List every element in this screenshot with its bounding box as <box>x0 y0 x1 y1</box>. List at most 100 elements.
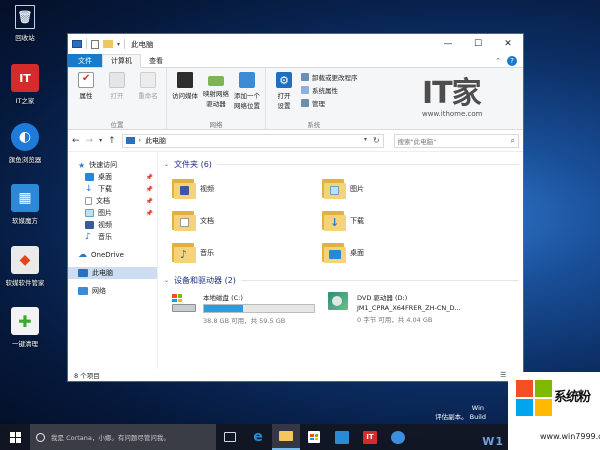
edge-button[interactable]: e <box>244 424 272 450</box>
ribbon-group-network: 访问媒体 映射网络驱动器 添加一个网络位置 网络 <box>167 68 266 129</box>
rename-button[interactable]: 重命名 <box>134 70 162 119</box>
desktop-icon-ithome[interactable]: IT IT之家 <box>2 64 48 105</box>
navigation-bar: ← → ▾ ↑ › 此电脑 ▾ ↻ 搜索"此电脑" ⌕ <box>68 130 523 152</box>
pin-icon[interactable]: 📌 <box>146 174 153 181</box>
uninstall-program-button[interactable]: 卸载或更改程序 <box>301 72 358 82</box>
windows-logo-icon <box>9 431 21 443</box>
folder-music[interactable]: ♪ 音乐 <box>172 239 322 267</box>
ithome-taskbar-button[interactable]: IT <box>356 424 384 450</box>
file-explorer-icon <box>279 431 293 441</box>
sidebar-item-documents[interactable]: 文档 📌 <box>68 195 157 207</box>
drive-d-name: DVD 驱动器 (D:) <box>357 294 408 302</box>
maximize-button[interactable]: ☐ <box>463 34 493 54</box>
folders-section-header[interactable]: ⌄ 文件夹 (6) <box>164 157 523 171</box>
sidebar-item-desktop[interactable]: 桌面 📌 <box>68 171 157 183</box>
folder-downloads[interactable]: ↓ 下载 <box>322 207 472 235</box>
music-note-icon: ♪ <box>85 232 91 242</box>
title-bar[interactable]: ▾ 此电脑 — ☐ ✕ <box>68 34 523 54</box>
navigation-pane: ★ 快速访问 桌面 📌 ↓ 下载 📌 文档 📌 图片 📌 视频 ♪ 音乐 ☁ O… <box>68 153 158 369</box>
pin-icon[interactable]: 📌 <box>146 198 153 205</box>
qiyu-taskbar-button[interactable] <box>384 424 412 450</box>
cortana-search-box[interactable]: 我是 Cortana，小娜。有问题尽管问我。 <box>30 424 216 450</box>
tab-computer[interactable]: 计算机 <box>102 54 141 68</box>
folder-desktop-icon <box>322 243 346 263</box>
desktop-icon-software-manager[interactable]: ◆ 软媒软件管家 <box>2 246 48 287</box>
network-icon <box>78 287 88 295</box>
manage-button[interactable]: 管理 <box>301 98 358 108</box>
folder-desktop[interactable]: 桌面 <box>322 239 472 267</box>
back-arrow-icon[interactable]: ← <box>72 136 80 146</box>
status-bar: 8 个项目 ☰ ▦ <box>68 369 523 381</box>
add-network-location-button[interactable]: 添加一个网络位置 <box>233 70 261 119</box>
task-view-button[interactable] <box>216 424 244 450</box>
address-bar[interactable]: › 此电脑 ▾ ↻ <box>121 133 384 148</box>
system-properties-button[interactable]: 系统属性 <box>301 85 358 95</box>
site-brand-name: 系统粉 <box>554 390 591 405</box>
desktop-icon-ruanmei-mofang[interactable]: ▦ 软媒魔方 <box>2 184 48 225</box>
new-folder-quick-icon[interactable] <box>103 40 113 48</box>
search-icon: ⌕ <box>510 135 515 145</box>
computer-icon <box>72 40 82 48</box>
manage-icon <box>301 99 309 107</box>
checkmark-properties-icon: ✔ <box>78 72 94 88</box>
forward-arrow-icon[interactable]: → <box>86 136 94 146</box>
refresh-icon[interactable]: ↻ <box>373 136 380 145</box>
pin-icon[interactable]: 📌 <box>146 210 153 217</box>
sidebar-item-music[interactable]: ♪ 音乐 <box>68 231 157 243</box>
pin-icon[interactable]: 📌 <box>146 186 153 193</box>
help-icon[interactable]: ? <box>507 55 517 66</box>
details-view-icon[interactable]: ☰ <box>500 371 506 379</box>
search-input[interactable]: 搜索"此电脑" ⌕ <box>393 133 519 148</box>
minimize-button[interactable]: — <box>433 34 463 54</box>
documents-icon <box>85 197 92 205</box>
address-dropdown-icon[interactable]: ▾ <box>364 136 367 145</box>
site-brand-url: www.win7999.com <box>540 432 600 441</box>
sidebar-item-network[interactable]: 网络 <box>68 285 157 297</box>
edge-icon: e <box>253 429 263 445</box>
ruanmei-taskbar-button[interactable] <box>328 424 356 450</box>
drive-d-label: JM1_CPRA_X64FRER_ZH-CN_D... <box>357 304 461 312</box>
sidebar-item-pictures[interactable]: 图片 📌 <box>68 207 157 219</box>
divider <box>124 39 126 49</box>
file-explorer-taskbar-button[interactable] <box>272 424 300 450</box>
folder-documents[interactable]: 文档 <box>172 207 322 235</box>
tab-view[interactable]: 查看 <box>141 54 171 67</box>
ithome-icon: IT <box>11 64 39 92</box>
close-button[interactable]: ✕ <box>493 34 523 54</box>
breadcrumb[interactable]: 此电脑 <box>145 136 166 146</box>
media-icon <box>177 72 193 88</box>
up-arrow-icon[interactable]: ↑ <box>108 136 116 146</box>
sidebar-item-videos[interactable]: 视频 <box>68 219 157 231</box>
drive-c[interactable]: 本地磁盘 (C:) 38.8 GB 可用，共 59.5 GB <box>172 292 315 325</box>
map-network-drive-button[interactable]: 映射网络驱动器 <box>202 70 230 119</box>
computer-icon <box>125 137 135 144</box>
collapse-ribbon-icon[interactable]: ⌃ <box>495 57 501 65</box>
drives-section-header[interactable]: ⌄ 设备和驱动器 (2) <box>164 273 523 287</box>
divider <box>216 163 519 165</box>
properties-button[interactable]: ✔ 属性 <box>72 70 100 119</box>
drive-d-free: 0 字节 可用，共 4.04 GB <box>357 316 433 324</box>
sidebar-item-downloads[interactable]: ↓ 下载 📌 <box>68 183 157 195</box>
store-button[interactable] <box>300 424 328 450</box>
chevron-down-icon[interactable]: ▾ <box>117 41 120 48</box>
ribbon-group-label: 网络 <box>209 121 223 129</box>
folder-pictures[interactable]: 图片 <box>322 175 472 203</box>
start-button[interactable] <box>0 424 30 450</box>
windows-flag-icon <box>516 380 552 416</box>
desktop-icon-one-click-clean[interactable]: ✚ 一键清理 <box>2 307 48 348</box>
properties-quick-icon[interactable] <box>91 39 99 49</box>
recent-locations-chevron-icon[interactable]: ▾ <box>99 137 102 144</box>
access-media-button[interactable]: 访问媒体 <box>171 70 199 119</box>
sidebar-item-onedrive[interactable]: ☁ OneDrive <box>68 249 157 261</box>
folder-videos[interactable]: 视频 <box>172 175 322 203</box>
open-button[interactable]: 打开 <box>103 70 131 119</box>
desktop-icon-qiyu-browser[interactable]: ◐ 旗鱼浏览器 <box>2 123 48 164</box>
divider <box>86 39 87 49</box>
sidebar-item-quick-access[interactable]: ★ 快速访问 <box>68 159 157 171</box>
chevron-down-icon: ⌄ <box>164 160 170 168</box>
sidebar-item-this-pc[interactable]: 此电脑 <box>68 267 157 279</box>
open-settings-button[interactable]: ⚙ 打开设置 <box>270 70 298 119</box>
desktop-icon-recycle-bin[interactable]: 🗑 回收站 <box>2 5 48 42</box>
drive-d[interactable]: DVD 驱动器 (D:) JM1_CPRA_X64FRER_ZH-CN_D...… <box>326 292 476 325</box>
tab-file[interactable]: 文件 <box>68 54 102 67</box>
